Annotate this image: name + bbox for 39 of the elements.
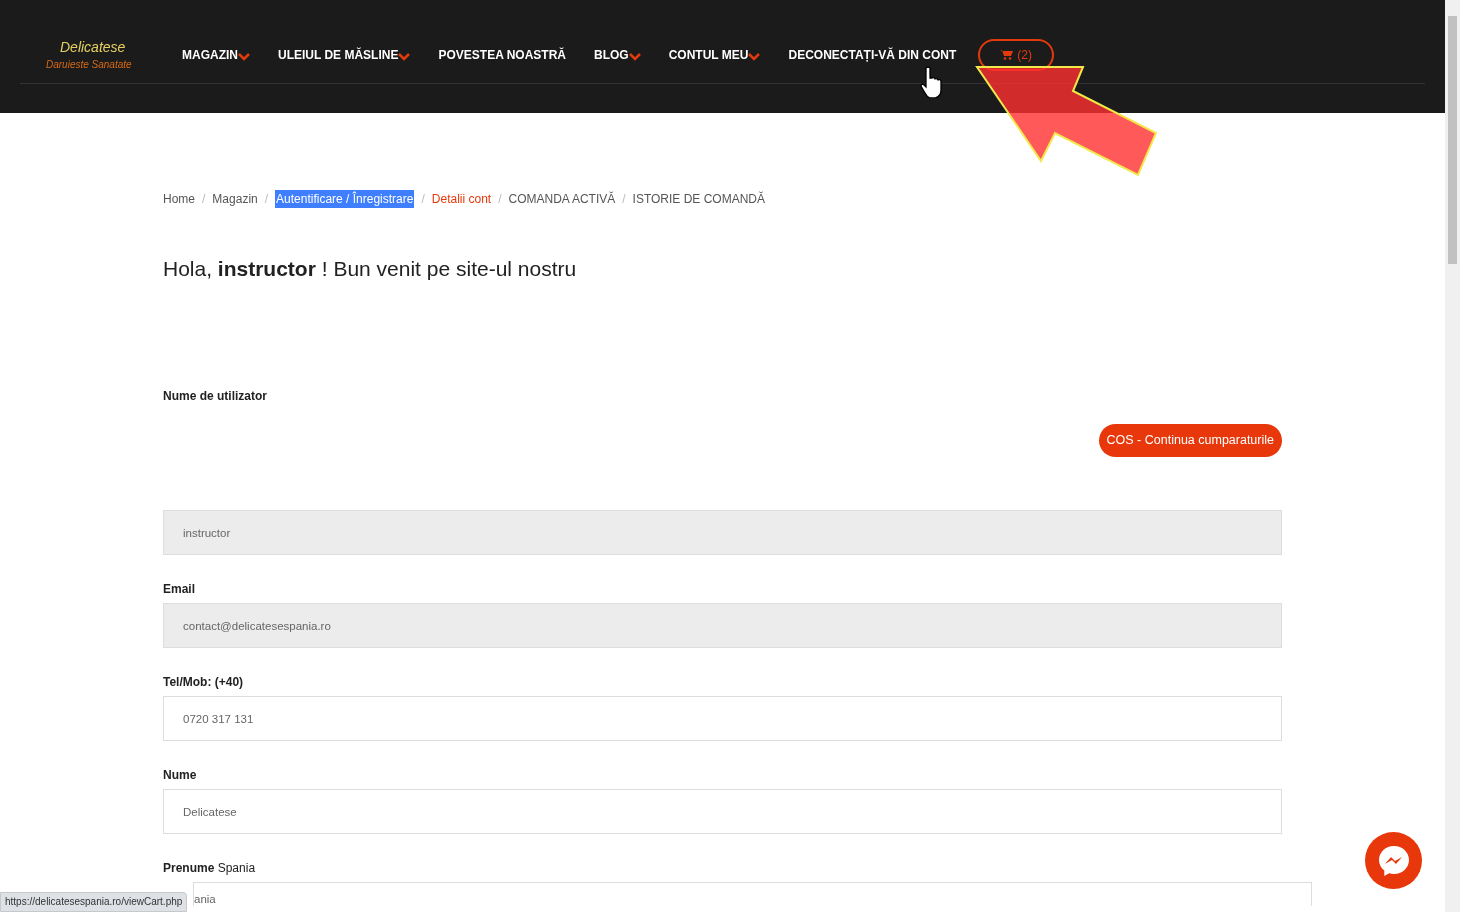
breadcrumb-link[interactable]: Detalii cont xyxy=(431,190,492,208)
breadcrumb-link[interactable]: ISTORIE DE COMANDĂ xyxy=(632,190,766,208)
input-field[interactable]: instructor xyxy=(163,510,1282,555)
logo-tagline: Daruieste Sanatate xyxy=(45,59,133,70)
logo[interactable]: Delicatese Daruieste Sanatate xyxy=(38,39,168,70)
breadcrumb-separator: / xyxy=(498,191,502,208)
breadcrumb-separator: / xyxy=(202,191,206,208)
input-field[interactable]: 0720 317 131 xyxy=(163,696,1282,741)
breadcrumb-separator: / xyxy=(622,191,626,208)
field-label: Email xyxy=(163,581,196,597)
input-field[interactable]: ania xyxy=(193,882,1312,906)
nav-link[interactable]: CONTUL MEU xyxy=(668,45,761,64)
cart-icon xyxy=(1000,49,1014,60)
breadcrumb-separator: / xyxy=(421,191,425,208)
input-field[interactable]: Delicatese xyxy=(163,789,1282,834)
field-label: Tel/Mob: (+40) xyxy=(163,674,245,690)
messenger-button[interactable] xyxy=(1365,832,1422,889)
nav-link[interactable]: MAGAZIN xyxy=(182,45,250,64)
scrollbar[interactable] xyxy=(1445,0,1460,912)
input-field[interactable]: contact@delicatesespania.ro xyxy=(163,603,1282,648)
breadcrumb-link[interactable]: COMANDA ACTIVĂ xyxy=(508,190,616,208)
greeting-heading: Hola, instructor ! Bun venit pe site-ul nostru xyxy=(163,256,578,282)
nav-link[interactable]: BLOG xyxy=(594,45,641,64)
messenger-icon xyxy=(1376,843,1411,878)
continue-shopping-button[interactable]: COS - Continua cumparaturile xyxy=(1098,424,1282,457)
nav-link[interactable]: DECONECTAȚI-VĂ DIN CONT xyxy=(788,45,957,64)
breadcrumb-separator: / xyxy=(264,191,269,208)
breadcrumb-link[interactable]: Magazin xyxy=(212,190,258,208)
scrollbar-thumb[interactable] xyxy=(1448,16,1457,264)
field-label: Prenume Spania xyxy=(163,860,257,876)
logo-text: Delicatese xyxy=(59,39,127,54)
field-label: Nume xyxy=(163,767,198,783)
hand-cursor-icon xyxy=(920,66,942,98)
status-bar-url-tooltip: https://delicatesespania.ro/viewCart.php xyxy=(0,892,188,912)
field-label: Nume de utilizator xyxy=(163,388,268,404)
nav-link[interactable]: ULEIUL DE MĂSLINE xyxy=(278,45,411,64)
nav-link[interactable]: POVESTEA NOASTRĂ xyxy=(438,45,567,64)
breadcrumb-link[interactable]: Home xyxy=(163,190,195,208)
breadcrumb-link[interactable]: Autentificare / Înregistrare xyxy=(275,190,415,208)
